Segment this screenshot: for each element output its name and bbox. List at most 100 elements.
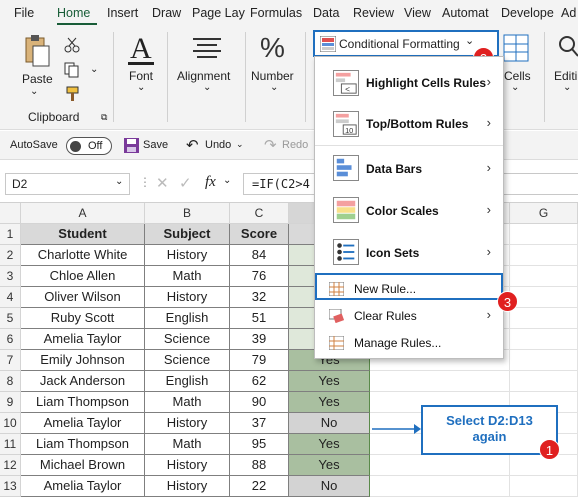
row-header[interactable]: 11 — [0, 434, 21, 455]
cancel-icon[interactable]: ✕ — [156, 174, 169, 192]
percent-icon[interactable]: % — [260, 32, 285, 64]
table-cell[interactable]: Yes — [289, 455, 370, 476]
table-cell[interactable]: Math — [145, 266, 230, 287]
table-cell[interactable]: History — [145, 476, 230, 497]
font-button[interactable]: A — [126, 30, 156, 68]
table-cell[interactable]: Jack Anderson — [21, 371, 145, 392]
tab-home[interactable]: Home — [57, 6, 90, 20]
tab-review[interactable]: Review — [353, 6, 394, 20]
table-cell[interactable]: Math — [145, 434, 230, 455]
table-cell[interactable]: Ruby Scott — [21, 308, 145, 329]
header-cell[interactable]: Student — [21, 224, 145, 245]
table-cell[interactable]: Emily Johnson — [21, 350, 145, 371]
paste-label[interactable]: Paste — [22, 72, 53, 86]
tab-insert[interactable]: Insert — [107, 6, 138, 20]
paste-dropdown-chevron-icon[interactable]: ⌄ — [30, 86, 38, 97]
empty-cell[interactable] — [510, 329, 578, 350]
tab-automate[interactable]: Automat — [442, 6, 489, 20]
table-cell[interactable]: Charlotte White — [21, 245, 145, 266]
table-cell[interactable]: 62 — [230, 371, 289, 392]
enter-icon[interactable]: ✓ — [179, 174, 192, 192]
row-header[interactable]: 3 — [0, 266, 21, 287]
cells-chevron-icon[interactable]: ⌄ — [511, 82, 519, 93]
row-header[interactable]: 8 — [0, 371, 21, 392]
table-cell[interactable]: History — [145, 287, 230, 308]
editing-search-icon[interactable] — [557, 34, 578, 62]
table-cell[interactable]: Michael Brown — [21, 455, 145, 476]
clipboard-launcher-icon[interactable]: ⧉ — [101, 112, 107, 123]
table-cell[interactable]: Science — [145, 329, 230, 350]
table-cell[interactable]: Yes — [289, 434, 370, 455]
menu-item-icon-sets[interactable]: Icon Sets › — [315, 233, 503, 273]
column-header-c[interactable]: C — [230, 203, 289, 224]
empty-cell[interactable] — [510, 476, 578, 497]
header-cell[interactable]: Score — [230, 224, 289, 245]
row-header[interactable]: 2 — [0, 245, 21, 266]
empty-cell[interactable] — [370, 476, 510, 497]
insert-function-icon[interactable]: fx — [205, 174, 216, 191]
tab-addins[interactable]: Ad — [561, 6, 576, 20]
row-header[interactable]: 10 — [0, 413, 21, 434]
menu-item-top-bottom-rules[interactable]: 10 Top/Bottom Rules › — [315, 104, 503, 144]
paste-button[interactable] — [20, 34, 52, 70]
save-label[interactable]: Save — [143, 139, 168, 151]
save-icon[interactable] — [124, 138, 139, 153]
table-cell[interactable]: 84 — [230, 245, 289, 266]
table-cell[interactable]: 22 — [230, 476, 289, 497]
table-cell[interactable]: History — [145, 413, 230, 434]
row-header[interactable]: 4 — [0, 287, 21, 308]
row-header[interactable]: 6 — [0, 329, 21, 350]
empty-cell[interactable] — [370, 455, 510, 476]
menu-item-highlight-cells-rules[interactable]: < Highlight Cells Rules › — [315, 63, 503, 103]
table-cell[interactable]: Oliver Wilson — [21, 287, 145, 308]
undo-chevron-icon[interactable]: ⌄ — [236, 139, 244, 150]
table-cell[interactable]: 32 — [230, 287, 289, 308]
table-cell[interactable]: English — [145, 308, 230, 329]
table-cell[interactable]: No — [289, 476, 370, 497]
table-cell[interactable]: 37 — [230, 413, 289, 434]
table-cell[interactable]: English — [145, 371, 230, 392]
number-label[interactable]: Number — [251, 69, 294, 83]
table-cell[interactable]: Liam Thompson — [21, 392, 145, 413]
table-cell[interactable]: History — [145, 455, 230, 476]
row-header[interactable]: 9 — [0, 392, 21, 413]
header-cell[interactable]: Subject — [145, 224, 230, 245]
tab-formulas[interactable]: Formulas — [250, 6, 302, 20]
table-cell[interactable]: Yes — [289, 371, 370, 392]
font-label[interactable]: Font — [129, 69, 153, 83]
table-cell[interactable]: No — [289, 413, 370, 434]
autosave-toggle[interactable]: Off — [66, 137, 112, 155]
table-cell[interactable]: Science — [145, 350, 230, 371]
table-cell[interactable]: 88 — [230, 455, 289, 476]
empty-cell[interactable] — [510, 287, 578, 308]
cells-label[interactable]: Cells — [504, 69, 531, 83]
alignment-label[interactable]: Alignment — [177, 69, 230, 83]
alignment-chevron-icon[interactable]: ⌄ — [203, 82, 211, 93]
name-box[interactable]: D2 — [5, 173, 130, 195]
table-cell[interactable]: Liam Thompson — [21, 434, 145, 455]
table-cell[interactable]: Amelia Taylor — [21, 413, 145, 434]
format-painter-icon[interactable] — [64, 86, 80, 102]
cells-icon[interactable] — [503, 34, 529, 62]
empty-cell[interactable] — [510, 245, 578, 266]
table-cell[interactable]: 79 — [230, 350, 289, 371]
row-header[interactable]: 12 — [0, 455, 21, 476]
number-chevron-icon[interactable]: ⌄ — [270, 82, 278, 93]
table-cell[interactable]: Amelia Taylor — [21, 476, 145, 497]
table-cell[interactable]: Amelia Taylor — [21, 329, 145, 350]
name-box-chevron-icon[interactable]: ⌄ — [115, 176, 123, 187]
tab-page-layout[interactable]: Page Lay — [192, 6, 245, 20]
copy-icon[interactable] — [64, 62, 80, 78]
row-header[interactable]: 7 — [0, 350, 21, 371]
menu-item-data-bars[interactable]: Data Bars › — [315, 149, 503, 189]
empty-cell[interactable] — [510, 371, 578, 392]
table-cell[interactable]: History — [145, 245, 230, 266]
editing-label[interactable]: Editi — [554, 69, 577, 83]
copy-dropdown-chevron-icon[interactable]: ⌄ — [90, 64, 98, 75]
tab-file[interactable]: File — [14, 6, 34, 20]
cut-icon[interactable] — [64, 37, 80, 53]
table-cell[interactable]: 95 — [230, 434, 289, 455]
redo-icon[interactable]: ↷ — [264, 136, 277, 154]
table-cell[interactable]: 51 — [230, 308, 289, 329]
menu-item-clear-rules[interactable]: Clear Rules › — [315, 303, 503, 329]
